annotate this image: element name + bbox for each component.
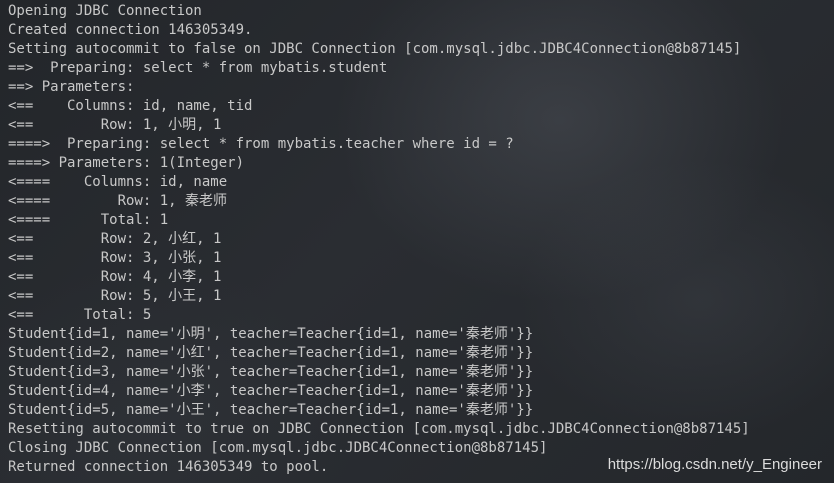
- console-line: ==> Parameters:: [8, 79, 143, 95]
- console-line: <== Row: 2, 小红, 1: [8, 231, 222, 247]
- console-line: <== Row: 5, 小王, 1: [8, 288, 222, 304]
- console-line: ==> Preparing: select * from mybatis.stu…: [8, 60, 388, 76]
- console-line: ====> Parameters: 1(Integer): [8, 155, 245, 171]
- console-line: <==== Columns: id, name: [8, 174, 228, 190]
- console-line: Student{id=4, name='小李', teacher=Teacher…: [8, 383, 534, 399]
- console-line: Student{id=5, name='小王', teacher=Teacher…: [8, 402, 534, 418]
- console-line: <==== Total: 1: [8, 212, 169, 228]
- console-line: Student{id=1, name='小明', teacher=Teacher…: [8, 326, 534, 342]
- console-line: <== Columns: id, name, tid: [8, 98, 253, 114]
- console-line: <== Row: 4, 小李, 1: [8, 269, 222, 285]
- console-line: Opening JDBC Connection: [8, 3, 202, 19]
- console-line: <== Row: 1, 小明, 1: [8, 117, 222, 133]
- console-line: Resetting autocommit to true on JDBC Con…: [8, 421, 750, 437]
- console-line: Created connection 146305349.: [8, 22, 253, 38]
- console-line: <== Total: 5: [8, 307, 152, 323]
- console-line: <== Row: 3, 小张, 1: [8, 250, 222, 266]
- watermark-text: https://blog.csdn.net/y_Engineer: [607, 456, 822, 473]
- console-output: Opening JDBC Connection Created connecti…: [8, 2, 830, 480]
- console-line: ====> Preparing: select * from mybatis.t…: [8, 136, 514, 152]
- console-line: Setting autocommit to false on JDBC Conn…: [8, 41, 742, 57]
- console-line: <==== Row: 1, 秦老师: [8, 193, 228, 209]
- console-line: Student{id=2, name='小红', teacher=Teacher…: [8, 345, 534, 361]
- console-line: Student{id=3, name='小张', teacher=Teacher…: [8, 364, 534, 380]
